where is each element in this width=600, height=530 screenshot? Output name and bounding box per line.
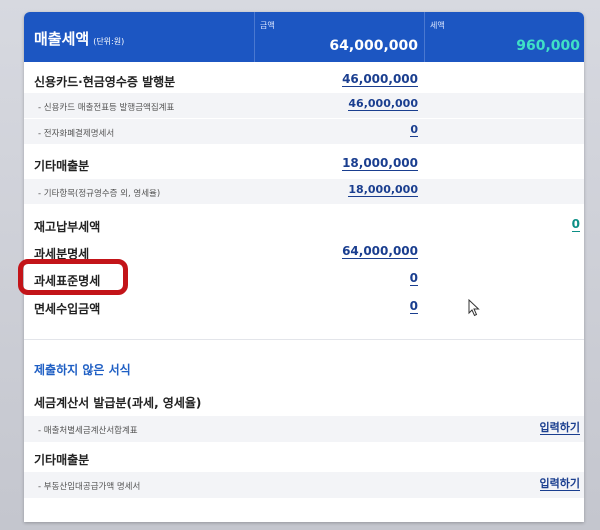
group-label: 기타매출분 — [34, 453, 90, 467]
header-divider — [254, 12, 255, 62]
item-label: - 부동산임대공급가액 명세서 — [38, 482, 141, 492]
amount-link[interactable]: 18,000,000 — [348, 183, 418, 198]
item-label: - 매출처별세금계산서합계표 — [38, 426, 138, 436]
tax-link[interactable]: 0 — [571, 217, 580, 233]
amount-link[interactable]: 0 — [409, 299, 418, 315]
header-title: 매출세액 (단위:원) — [34, 28, 124, 49]
total-amount: 64,000,000 — [329, 38, 418, 54]
row-label: - 신용카드 매출전표등 발행금액집계표 — [38, 103, 175, 113]
amount-link[interactable]: 46,000,000 — [348, 97, 418, 112]
section-divider — [24, 339, 584, 340]
row-other-items: - 기타항목(정규영수증 외, 영세율) 18,000,000 — [24, 179, 584, 204]
tax-column-label: 세액 — [430, 21, 445, 30]
row-label: 기타매출분 — [34, 159, 90, 173]
row-card-slip-summary: - 신용카드 매출전표등 발행금액집계표 46,000,000 — [24, 93, 584, 118]
sales-tax-header: 매출세액 (단위:원) 금액 64,000,000 세액 960,000 — [24, 12, 584, 62]
unsubmitted-group-tax-invoice: 세금계산서 발급분(과세, 영세율) — [24, 389, 584, 413]
amount-link[interactable]: 0 — [409, 271, 418, 287]
row-label: - 전자화폐결제명세서 — [38, 129, 115, 139]
highlight-annotation — [18, 259, 128, 295]
row-inventory-tax: 재고납부세액 0 — [24, 213, 584, 237]
amount-link[interactable]: 64,000,000 — [342, 244, 418, 260]
input-button[interactable]: 입력하기 — [539, 421, 580, 436]
row-label: 재고납부세액 — [34, 220, 101, 234]
amount-link[interactable]: 46,000,000 — [342, 72, 418, 88]
amount-link[interactable]: 0 — [410, 123, 418, 138]
row-card-cash-receipt: 신용카드·현금영수증 발행분 46,000,000 — [24, 68, 584, 92]
unsubmitted-item-rental-statement: - 부동산임대공급가액 명세서 입력하기 — [24, 472, 584, 498]
row-tax-exempt-income: 면세수입금액 0 — [24, 295, 584, 319]
row-e-money-statement: - 전자화폐결제명세서 0 — [24, 119, 584, 144]
total-tax: 960,000 — [516, 38, 580, 54]
amount-link[interactable]: 18,000,000 — [342, 156, 418, 172]
unsubmitted-group-other-sales: 기타매출분 — [24, 446, 584, 470]
header-divider — [424, 12, 425, 62]
input-button[interactable]: 입력하기 — [539, 477, 580, 492]
row-label: 면세수입금액 — [34, 302, 101, 316]
row-label: 신용카드·현금영수증 발행분 — [34, 75, 176, 89]
group-label: 세금계산서 발급분(과세, 영세율) — [34, 396, 202, 410]
unsubmitted-forms-title: 제출하지 않은 서식 — [34, 363, 131, 377]
row-label: - 기타항목(정규영수증 외, 영세율) — [38, 189, 161, 199]
header-title-text: 매출세액 — [34, 30, 90, 48]
amount-column-label: 금액 — [260, 21, 275, 30]
row-other-sales: 기타매출분 18,000,000 — [24, 152, 584, 176]
mouse-cursor-icon — [468, 299, 480, 317]
unit-label: (단위:원) — [93, 37, 125, 46]
unsubmitted-item-invoice-summary: - 매출처별세금계산서합계표 입력하기 — [24, 416, 584, 442]
